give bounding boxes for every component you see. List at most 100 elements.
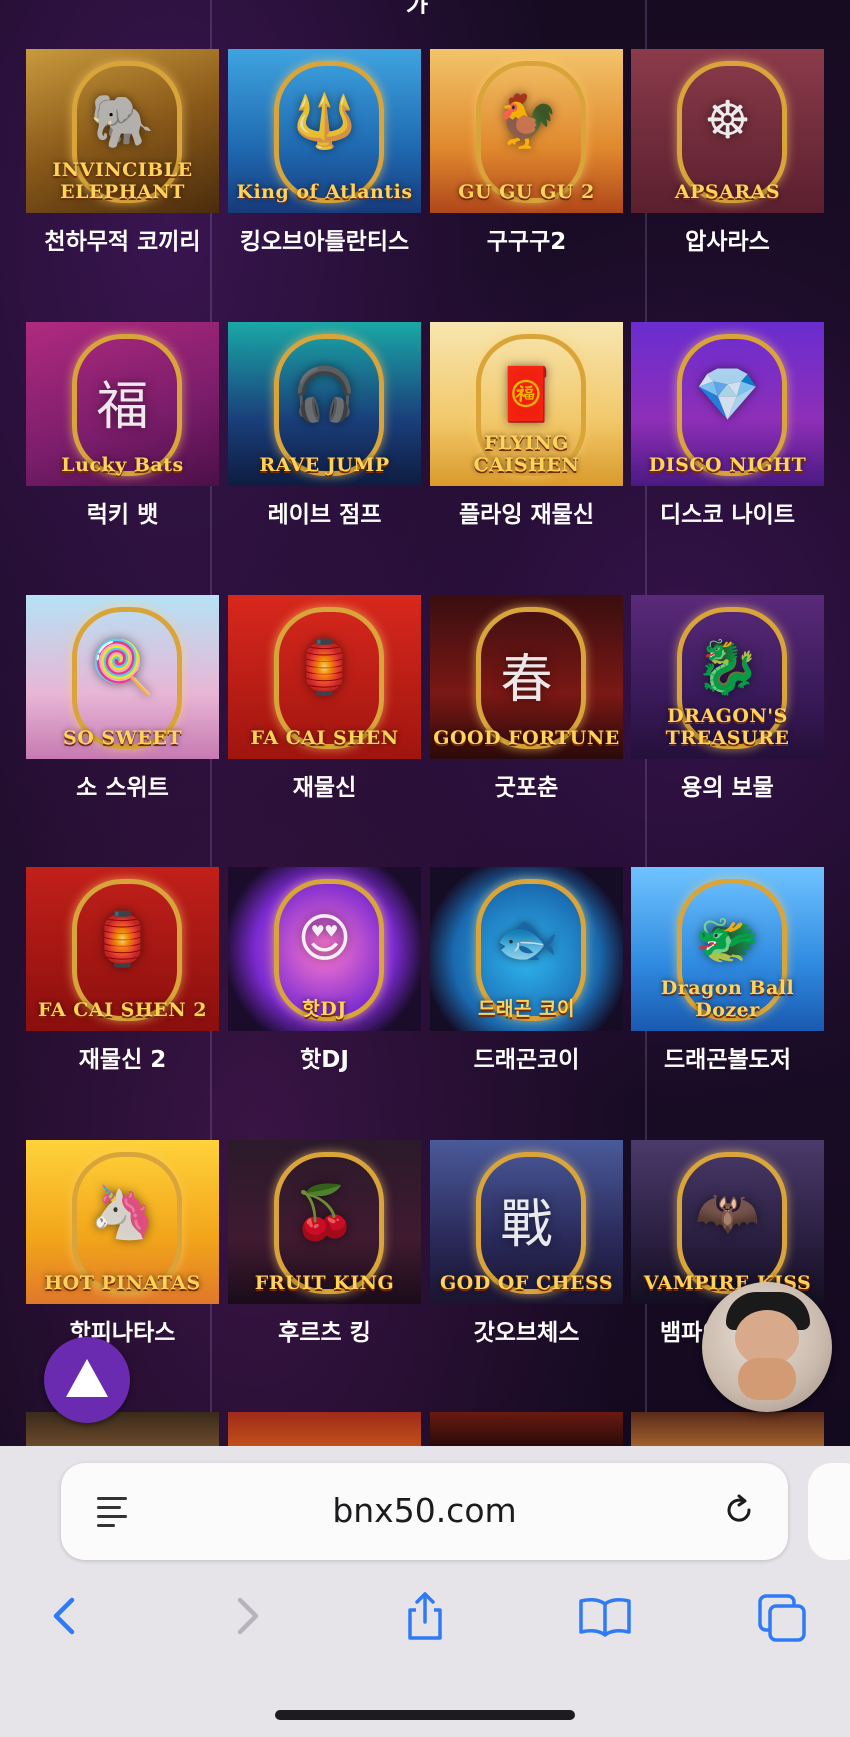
game-card[interactable]: 😍 핫DJ 핫DJ [228,867,421,1075]
game-card[interactable]: 🍭 SO SWEET 소 스위트 [26,595,219,803]
game-emblem-icon: 🐲 [695,910,760,970]
reload-icon[interactable] [719,1490,759,1530]
game-card[interactable]: 🏮 FA CAI SHEN 2 재물신 2 [26,867,219,1075]
game-card[interactable]: 🐉 DRAGON'S TREASURE 용의 보물 [631,595,824,803]
game-emblem-icon: 🦄 [90,1183,155,1243]
game-thumbnail[interactable]: 🎧 RAVE JUMP [228,322,421,486]
game-emblem-icon: 🍒 [292,1183,357,1243]
game-emblem-icon: 🏮 [292,638,357,698]
game-thumbnail[interactable]: 🐉 DRAGON'S TREASURE [631,595,824,759]
game-thumbnail[interactable]: 😍 핫DJ [228,867,421,1031]
scroll-to-top-button[interactable] [44,1337,130,1423]
tabs-icon[interactable] [754,1586,814,1646]
game-thumbnail[interactable]: 💎 DISCO NIGHT [631,322,824,486]
game-thumbnail[interactable]: 🍒 FRUIT KING [228,1140,421,1304]
game-title[interactable]: 굿포춘 [430,773,623,803]
game-emblem-icon: 🍭 [90,638,155,698]
game-emblem-icon: 🔱 [292,92,357,152]
game-emblem-icon: 🧧 [494,365,559,425]
game-card[interactable]: 🏮 FA CAI SHEN 재물신 [228,595,421,803]
game-title[interactable]: 재물신 2 [26,1045,219,1075]
game-card[interactable]: 🐘 INVINCIBLE ELEPHANT 천하무적 코끼리 [26,49,219,257]
game-title[interactable]: 압사라스 [631,227,824,257]
game-thumbnail[interactable]: 🐘 INVINCIBLE ELEPHANT [26,49,219,213]
game-thumbnail[interactable]: 春 GOOD FORTUNE [430,595,623,759]
game-thumbnail[interactable]: 🐟 드래곤 코이 [430,867,623,1031]
game-title[interactable]: 핫DJ [228,1045,421,1075]
game-thumbnail-partial[interactable] [430,1412,623,1446]
game-card[interactable]: 🧧 FLYING CAISHEN 플라잉 재물신 [430,322,623,530]
game-logo-text: GU GU GU 2 [458,181,595,203]
up-arrow-icon [66,1359,108,1397]
game-title[interactable]: 디스코 나이트 [631,500,824,530]
game-card[interactable]: 福 Lucky Bats 럭키 뱃 [26,322,219,530]
chat-mascot-button[interactable] [702,1282,832,1412]
game-logo-text: APSARAS [674,181,781,203]
game-thumbnail[interactable]: 🐓 GU GU GU 2 [430,49,623,213]
game-logo-text: 핫DJ [302,998,347,1020]
game-thumbnail[interactable]: 福 Lucky Bats [26,322,219,486]
section-title-partial: 가 [405,0,429,14]
game-title[interactable]: 레이브 점프 [228,500,421,530]
game-logo-text: FRUIT KING [254,1272,395,1294]
game-thumbnail[interactable]: 戰 GOD OF CHESS [430,1140,623,1304]
game-logo-text: Lucky Bats [61,454,184,476]
game-card[interactable]: ☸ APSARAS 압사라스 [631,49,824,257]
game-title[interactable]: 럭키 뱃 [26,500,219,530]
game-card[interactable]: 🍒 FRUIT KING 후르츠 킹 [228,1140,421,1348]
home-indicator [275,1710,575,1720]
game-thumbnail-partial[interactable] [26,1412,219,1446]
url-text[interactable]: bnx50.com [61,1491,788,1530]
game-title[interactable]: 핫피나타스 [26,1318,219,1348]
game-title[interactable]: 킹오브아틀란티스 [228,227,421,257]
address-bar[interactable]: bnx50.com [61,1463,788,1560]
game-thumbnail[interactable]: 🔱 King of Atlantis [228,49,421,213]
game-thumbnail-partial[interactable] [228,1412,421,1446]
game-emblem-icon: 春 [500,650,553,710]
game-logo-text: Dragon Ball Dozer [660,977,795,1021]
game-emblem-icon: 🐓 [494,92,559,152]
bookmarks-icon[interactable] [575,1586,635,1646]
next-tab-preview[interactable] [808,1463,850,1560]
game-thumbnail-partial[interactable] [631,1412,824,1446]
game-title[interactable]: 플라잉 재물신 [430,500,623,530]
back-icon[interactable] [34,1586,94,1646]
game-card[interactable]: 🐟 드래곤 코이드래곤코이 [430,867,623,1075]
game-title[interactable]: 소 스위트 [26,773,219,803]
game-emblem-icon: 戰 [500,1195,553,1255]
game-title[interactable]: 구구구2 [430,227,623,257]
game-emblem-icon: 🦇 [695,1183,760,1243]
game-card[interactable]: 💎 DISCO NIGHT 디스코 나이트 [631,322,824,530]
game-thumbnail[interactable]: 🏮 FA CAI SHEN [228,595,421,759]
share-icon[interactable] [395,1586,455,1646]
game-emblem-icon: 福 [96,377,149,437]
game-thumbnail[interactable]: 🧧 FLYING CAISHEN [430,322,623,486]
game-title[interactable]: 드래곤볼도저 [631,1045,824,1075]
game-card[interactable]: 🎧 RAVE JUMP 레이브 점프 [228,322,421,530]
game-card[interactable]: 🔱 King of Atlantis 킹오브아틀란티스 [228,49,421,257]
game-thumbnail[interactable]: 🍭 SO SWEET [26,595,219,759]
game-logo-text: FA CAI SHEN [250,727,399,749]
game-thumbnail[interactable]: 🦄 HOT PINATAS [26,1140,219,1304]
game-thumbnail[interactable]: 🦇 VAMPIRE KISS [631,1140,824,1304]
game-emblem-icon: 🐉 [695,638,760,698]
game-thumbnail[interactable]: 🏮 FA CAI SHEN 2 [26,867,219,1031]
game-title[interactable]: 드래곤코이 [430,1045,623,1075]
game-title[interactable]: 천하무적 코끼리 [26,227,219,257]
game-title[interactable]: 재물신 [228,773,421,803]
game-title[interactable]: 후르츠 킹 [228,1318,421,1348]
game-card[interactable]: 🦄 HOT PINATAS 핫피나타스 [26,1140,219,1348]
game-logo-text: 드래곤 코이 [477,998,575,1020]
game-card[interactable]: 春 GOOD FORTUNE 굿포춘 [430,595,623,803]
game-title[interactable]: 용의 보물 [631,773,824,803]
game-logo-text: HOT PINATAS [44,1272,201,1294]
forward-icon[interactable] [216,1586,276,1646]
game-card[interactable]: 戰 GOD OF CHESS 갓오브체스 [430,1140,623,1348]
game-title[interactable]: 갓오브체스 [430,1318,623,1348]
game-emblem-icon: 😍 [297,909,352,969]
game-card[interactable]: 🐲 Dragon Ball Dozer 드래곤볼도저 [631,867,824,1075]
game-logo-text: SO SWEET [62,727,183,749]
game-thumbnail[interactable]: ☸ APSARAS [631,49,824,213]
game-card[interactable]: 🐓 GU GU GU 2 구구구2 [430,49,623,257]
game-thumbnail[interactable]: 🐲 Dragon Ball Dozer [631,867,824,1031]
